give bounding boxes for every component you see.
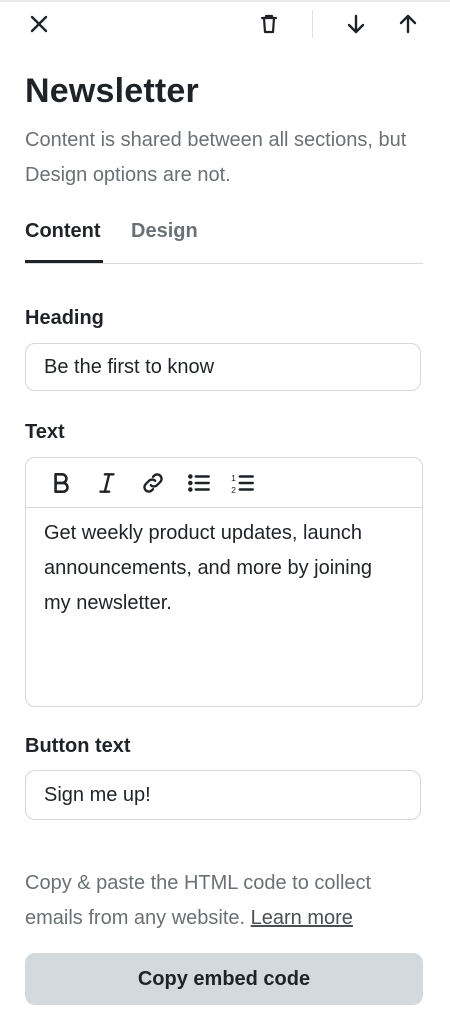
learn-more-link[interactable]: Learn more <box>251 907 353 929</box>
link-button[interactable] <box>138 468 168 498</box>
link-icon <box>143 473 163 493</box>
editor-toolbar: 1 2 <box>26 458 422 508</box>
close-icon <box>30 15 48 33</box>
copy-embed-code-button[interactable]: Copy embed code <box>25 953 423 1005</box>
arrow-up-icon <box>399 14 417 34</box>
panel-title: Newsletter <box>25 72 199 110</box>
tab-bar: Content Design <box>25 215 423 264</box>
text-label: Text <box>25 421 65 443</box>
close-button[interactable] <box>24 8 54 40</box>
numbered-list-button[interactable]: 1 2 <box>228 468 258 498</box>
top-border <box>0 0 450 2</box>
bulleted-list-button[interactable] <box>184 468 214 498</box>
italic-button[interactable] <box>92 468 122 498</box>
heading-input[interactable] <box>25 343 421 391</box>
active-tab-indicator <box>25 260 103 263</box>
button-text-label: Button text <box>25 735 131 757</box>
text-editor-content[interactable]: Get weekly product updates, launch annou… <box>26 508 422 629</box>
delete-section-button[interactable] <box>254 8 284 40</box>
move-down-button[interactable] <box>341 8 371 40</box>
numbered-list-icon: 1 2 <box>231 473 254 495</box>
tab-design[interactable]: Design <box>131 220 198 243</box>
toolbar-divider <box>312 10 313 38</box>
button-text-input[interactable] <box>25 770 421 820</box>
move-up-button[interactable] <box>393 8 423 40</box>
bold-button[interactable] <box>46 468 76 498</box>
bulleted-list-icon <box>188 474 210 492</box>
panel-toolbar <box>0 8 450 42</box>
bold-icon <box>54 473 69 493</box>
text-editor: 1 2 Get weekly product updates, launch a… <box>25 457 423 707</box>
heading-label: Heading <box>25 307 104 329</box>
italic-icon <box>99 473 115 493</box>
trash-icon <box>260 14 278 34</box>
tab-content[interactable]: Content <box>25 220 101 243</box>
panel-subtitle: Content is shared between all sections, … <box>25 129 407 186</box>
arrow-down-icon <box>347 14 365 34</box>
embed-help-text: Copy & paste the HTML code to collect em… <box>25 866 425 936</box>
svg-text:1: 1 <box>231 473 236 483</box>
svg-text:2: 2 <box>231 485 236 495</box>
